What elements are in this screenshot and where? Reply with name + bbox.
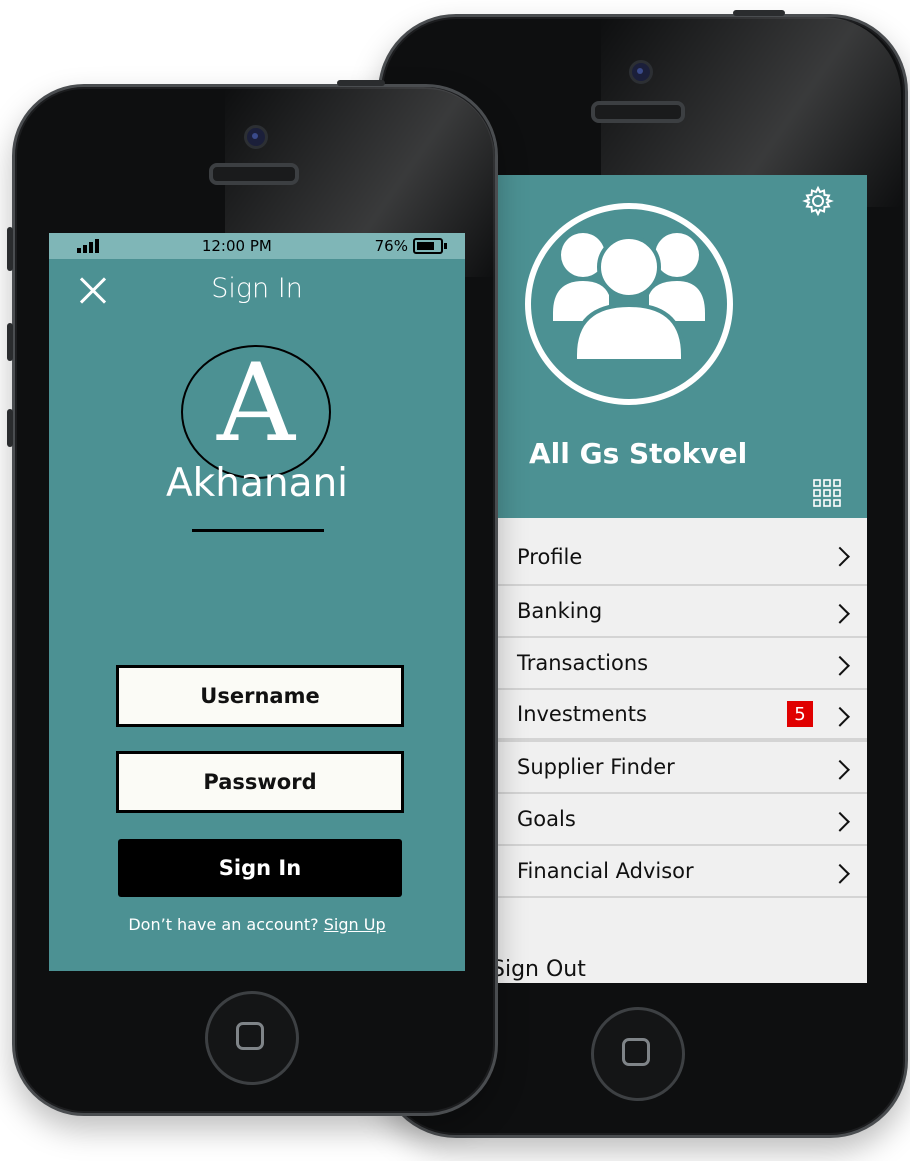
home-button-icon (236, 1022, 264, 1050)
battery-fill (416, 242, 434, 250)
power-button (733, 10, 785, 16)
password-field[interactable]: Password (116, 751, 404, 813)
brand-name: Akhanani (165, 461, 349, 506)
menu-item-label: Transactions (517, 651, 649, 675)
signin-screen: 12:00 PM 76% Sign In A Akhanani Username… (49, 233, 465, 971)
logo-letter: A (217, 341, 295, 466)
menu-item-financial-advisor[interactable]: Financial Advisor (497, 846, 867, 898)
menu-item-label: Goals (517, 807, 576, 831)
menu-item-transactions[interactable]: Transactions (497, 638, 867, 690)
menu-item-label: Profile (517, 545, 583, 569)
battery-icon (412, 238, 447, 254)
status-time: 12:00 PM (201, 237, 272, 255)
earpiece-speaker (591, 101, 685, 123)
chevron-right-icon (830, 863, 850, 884)
menu-item-label: Investments (517, 702, 647, 726)
home-button[interactable] (205, 991, 299, 1085)
menu-item-profile[interactable]: Profile (497, 518, 867, 586)
apps-grid-icon[interactable] (813, 479, 841, 507)
front-camera (629, 60, 653, 84)
battery-percent: 76% (374, 237, 408, 255)
front-camera (244, 125, 268, 149)
username-field[interactable]: Username (116, 665, 404, 727)
menu-item-supplier-finder[interactable]: Supplier Finder (497, 742, 867, 794)
phone-signin: 12:00 PM 76% Sign In A Akhanani Username… (7, 80, 498, 1116)
home-button-icon (622, 1038, 650, 1066)
chevron-right-icon (830, 603, 850, 624)
menu-screen: All Gs Stokvel Profile Banking Transacti… (497, 175, 867, 983)
group-name: All Gs Stokvel (529, 437, 748, 470)
home-button[interactable] (591, 1007, 685, 1101)
signup-link[interactable]: Sign Up (324, 915, 386, 934)
menu-item-investments[interactable]: Investments 5 (497, 690, 867, 742)
signin-topbar: Sign In (49, 259, 465, 323)
chevron-right-icon (830, 811, 850, 832)
no-account-text: Don’t have an account? (128, 915, 319, 934)
volume-up-button (7, 227, 13, 271)
menu-header: All Gs Stokvel (497, 175, 867, 518)
signin-button[interactable]: Sign In (118, 839, 402, 897)
chevron-right-icon (830, 759, 850, 780)
signal-strength-icon (77, 239, 99, 253)
signup-prompt: Don’t have an account? Sign Up (49, 915, 465, 934)
menu-item-label: Supplier Finder (517, 755, 675, 779)
group-avatar (525, 203, 733, 405)
brand-logo: A (181, 341, 331, 479)
battery-status: 76% (374, 237, 447, 255)
brand-underline (192, 529, 324, 532)
signout-link[interactable]: Sign Out (497, 957, 586, 982)
mute-switch (7, 409, 13, 447)
chevron-right-icon (830, 706, 850, 727)
menu-item-banking[interactable]: Banking (497, 586, 867, 638)
chevron-right-icon (830, 655, 850, 676)
menu-item-label: Financial Advisor (517, 859, 694, 883)
notification-badge: 5 (787, 701, 813, 727)
group-avatar-icon (553, 233, 705, 363)
menu-list: Profile Banking Transactions Investments… (497, 518, 867, 898)
volume-down-button (7, 323, 13, 361)
chevron-right-icon (830, 546, 850, 567)
earpiece-speaker (209, 163, 299, 185)
power-button (337, 80, 385, 86)
status-bar: 12:00 PM 76% (49, 233, 465, 259)
menu-item-goals[interactable]: Goals (497, 794, 867, 846)
menu-item-label: Banking (517, 599, 603, 623)
gear-icon[interactable] (802, 185, 834, 217)
page-title: Sign In (211, 273, 303, 304)
